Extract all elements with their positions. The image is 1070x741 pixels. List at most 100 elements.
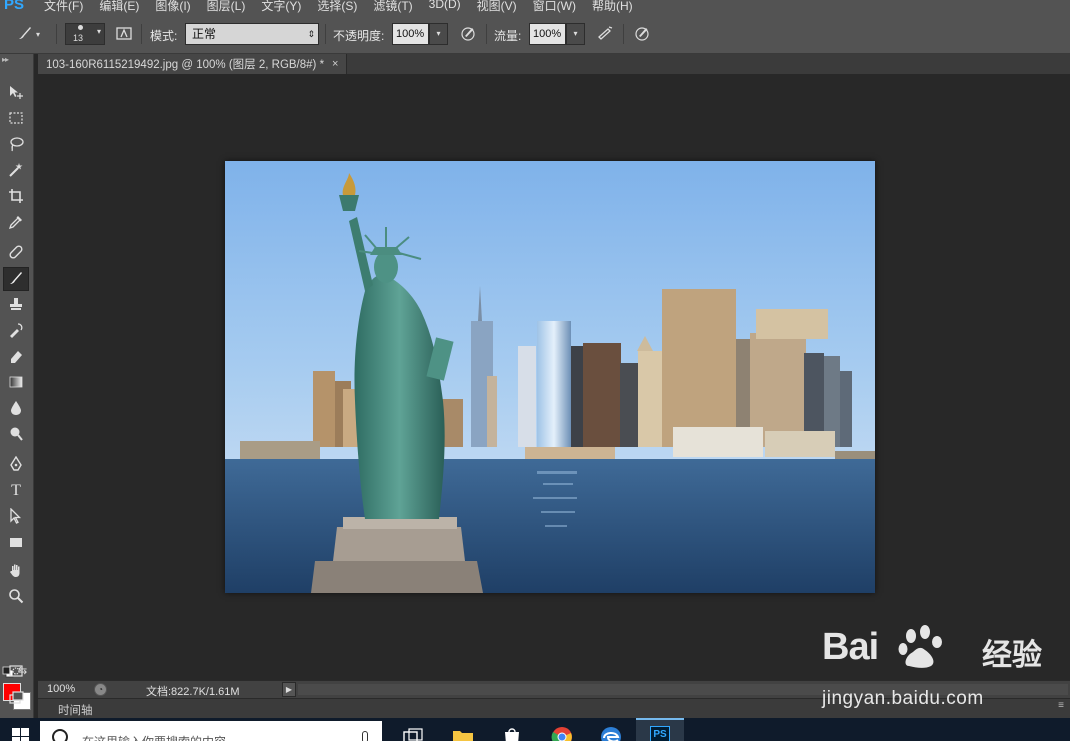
status-menu-arrow-icon[interactable]: ▶	[282, 682, 296, 697]
opacity-label: 不透明度:	[333, 29, 385, 43]
pen-tool[interactable]	[3, 453, 29, 477]
screen-mode-tool[interactable]	[3, 687, 29, 711]
pen-pressure-size-icon	[633, 24, 651, 45]
menu-3d[interactable]: 3D(D)	[429, 0, 461, 14]
mode-dropdown[interactable]: 正常 ⇕	[185, 23, 319, 45]
magic-wand-tool[interactable]	[3, 159, 29, 183]
menu-filter[interactable]: 滤镜(T)	[373, 0, 412, 14]
dodge-tool[interactable]	[3, 423, 29, 447]
panel-menu-icon[interactable]: ≡	[1058, 700, 1064, 711]
magic-wand-icon	[8, 162, 24, 181]
mode-label: 模式:	[150, 29, 178, 43]
photoshop-taskbar-button[interactable]: PS	[636, 718, 684, 741]
quick-mask-icon	[8, 663, 24, 682]
zoom-level[interactable]: 100%	[47, 683, 75, 695]
tool-preset-picker[interactable]: ▾	[14, 23, 42, 45]
menu-help[interactable]: 帮助(H)	[592, 0, 633, 14]
opacity-value: 100%	[396, 28, 425, 40]
marquee-icon	[8, 110, 24, 129]
quick-mask-tool[interactable]	[3, 660, 29, 684]
brush-size-value: 13	[73, 33, 84, 43]
document-tab[interactable]: 103-160R6115219492.jpg @ 100% (图层 2, RGB…	[38, 54, 348, 74]
photoshop-icon: PS	[650, 726, 670, 741]
magnifier-icon	[8, 588, 24, 607]
hand-icon	[8, 562, 24, 581]
menu-file[interactable]: 文件(F)	[44, 0, 83, 14]
menu-select[interactable]: 选择(S)	[317, 0, 357, 14]
windows-start-icon[interactable]	[12, 728, 29, 741]
chevron-down-icon: ▾	[96, 27, 101, 36]
pen-pressure-icon	[459, 24, 477, 45]
menu-type[interactable]: 文字(Y)	[261, 0, 301, 14]
timeline-tab[interactable]: 时间轴	[58, 702, 93, 718]
options-bar: ▾ 13 ▾ 模式: 正常 ⇕ 不透明度: 100% ▾ 流量: 100% ▾	[0, 14, 1070, 54]
status-info-icon[interactable]: ◔	[94, 683, 107, 696]
search-placeholder: 在这里输入你要搜索的内容	[82, 733, 226, 741]
menu-view[interactable]: 视图(V)	[477, 0, 517, 14]
rectangle-tool[interactable]	[3, 531, 29, 555]
clone-stamp-tool[interactable]	[3, 293, 29, 317]
eyedropper-tool[interactable]	[3, 211, 29, 235]
type-tool[interactable]: T	[3, 479, 29, 503]
blur-tool[interactable]	[3, 397, 29, 421]
document-tab-bar: 103-160R6115219492.jpg @ 100% (图层 2, RGB…	[38, 54, 1070, 74]
marquee-tool[interactable]	[3, 107, 29, 131]
separator	[486, 24, 487, 44]
gradient-icon	[8, 374, 24, 393]
screen-mode-icon	[8, 690, 24, 709]
move-icon	[8, 84, 24, 103]
menu-items: 文件(F) 编辑(E) 图像(I) 图层(L) 文字(Y) 选择(S) 滤镜(T…	[44, 0, 649, 14]
brush-panel-icon	[116, 25, 132, 44]
task-view-icon[interactable]	[402, 726, 424, 741]
pressure-size-toggle[interactable]	[630, 23, 654, 45]
photoshop-logo: PS	[4, 0, 25, 13]
flow-slider-button[interactable]: ▾	[566, 23, 585, 45]
store-icon[interactable]	[501, 726, 523, 741]
separator	[325, 24, 326, 44]
document-canvas-image[interactable]	[225, 161, 875, 593]
opacity-slider-button[interactable]: ▾	[429, 23, 448, 45]
history-brush-tool[interactable]	[3, 319, 29, 343]
arrow-cursor-icon	[8, 506, 24, 527]
menu-bar: PS 文件(F) 编辑(E) 图像(I) 图层(L) 文字(Y) 选择(S) 滤…	[0, 0, 1070, 14]
lasso-tool[interactable]	[3, 133, 29, 157]
separator	[56, 24, 57, 44]
document-title: 103-160R6115219492.jpg @ 100% (图层 2, RGB…	[46, 59, 325, 71]
hand-tool[interactable]	[3, 559, 29, 583]
separator	[623, 24, 624, 44]
menu-layer[interactable]: 图层(L)	[207, 0, 246, 14]
brush-tool[interactable]	[3, 267, 29, 291]
history-brush-icon	[8, 322, 24, 341]
search-icon	[52, 729, 68, 741]
menu-image[interactable]: 图像(I)	[155, 0, 190, 14]
brush-panel-toggle[interactable]	[113, 23, 135, 45]
zoom-tool[interactable]	[3, 585, 29, 609]
airbrush-toggle[interactable]	[593, 23, 617, 45]
healing-brush-tool[interactable]	[3, 241, 29, 265]
eraser-icon	[8, 348, 24, 367]
brush-size-picker[interactable]: 13 ▾	[65, 23, 105, 45]
chrome-icon[interactable]	[551, 726, 573, 741]
edge-icon[interactable]	[600, 726, 622, 741]
microphone-icon[interactable]	[362, 731, 368, 741]
close-icon[interactable]: ×	[332, 58, 338, 70]
flow-input[interactable]: 100%	[529, 23, 566, 45]
move-tool[interactable]	[3, 81, 29, 105]
brush-tip-icon	[78, 25, 83, 30]
crop-tool[interactable]	[3, 185, 29, 209]
opacity-input[interactable]: 100%	[392, 23, 429, 45]
taskbar-search-box[interactable]: 在这里输入你要搜索的内容	[40, 721, 382, 741]
file-explorer-icon[interactable]	[452, 726, 474, 741]
menu-edit[interactable]: 编辑(E)	[99, 0, 139, 14]
path-selection-tool[interactable]	[3, 505, 29, 529]
gradient-tool[interactable]	[3, 371, 29, 395]
chevron-down-icon: ▾	[573, 29, 578, 38]
airbrush-icon	[596, 24, 614, 45]
separator	[141, 24, 142, 44]
eraser-tool[interactable]	[3, 345, 29, 369]
watermark-brand-right: 经验	[982, 639, 1042, 672]
menu-window[interactable]: 窗口(W)	[533, 0, 576, 14]
collapse-arrows-icon[interactable]: ▸▸	[2, 55, 9, 64]
pressure-opacity-toggle[interactable]	[456, 23, 480, 45]
brush-icon	[8, 270, 24, 289]
